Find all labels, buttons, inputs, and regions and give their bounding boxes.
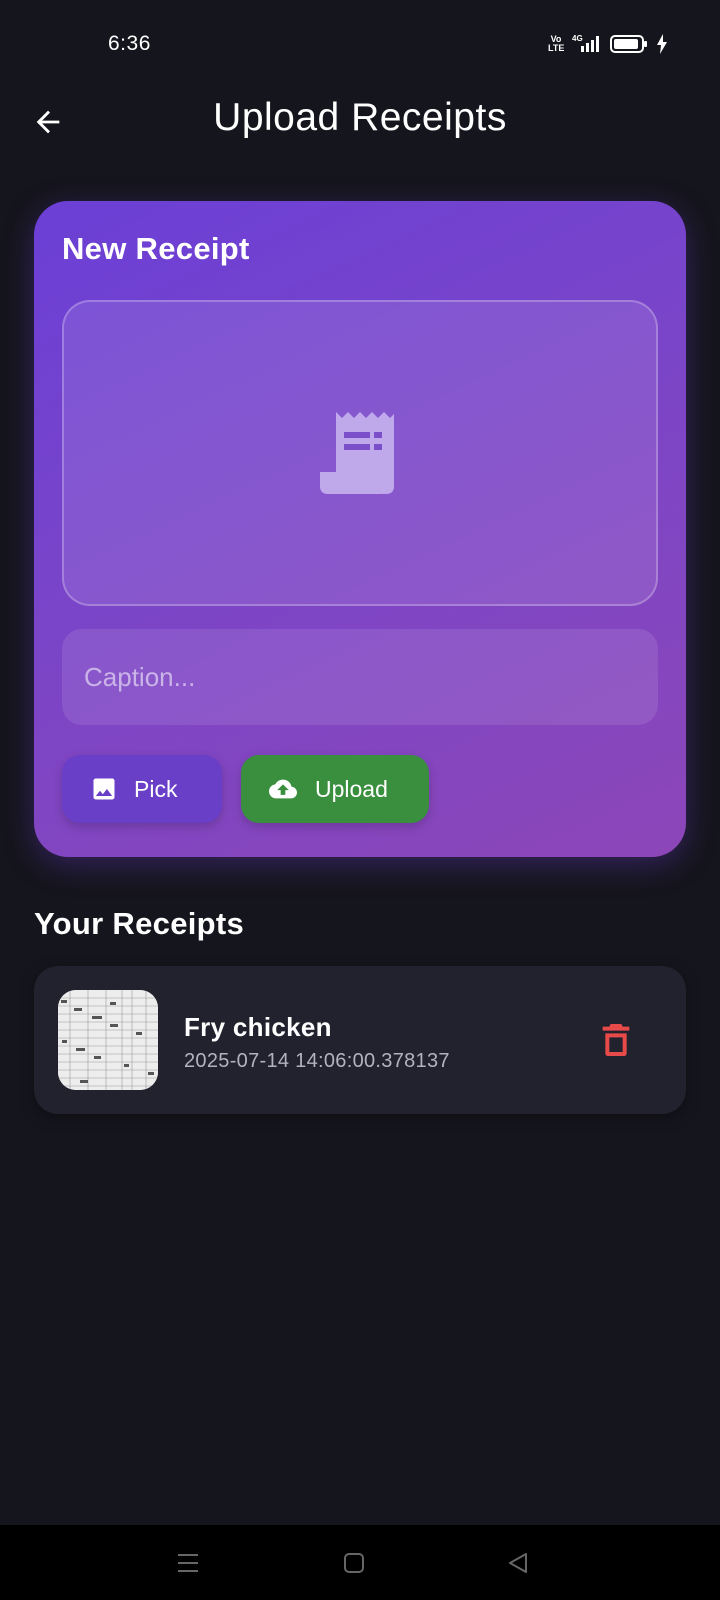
delete-button[interactable] <box>594 1018 638 1062</box>
screen: 6:36 Vo LTE 4G Upload Receipts New Recei… <box>0 0 720 1600</box>
receipt-thumbnail-image <box>58 990 158 1090</box>
receipt-icon <box>320 412 394 494</box>
upload-label: Upload <box>315 775 388 802</box>
back-triangle-icon <box>509 1553 527 1573</box>
app-bar: Upload Receipts <box>0 90 720 150</box>
volte-bottom: LTE <box>548 43 565 53</box>
page-title: Upload Receipts <box>213 96 507 139</box>
new-receipt-card: New Receipt Pick Upload <box>34 201 686 857</box>
menu-icon <box>178 1554 198 1572</box>
home-button[interactable] <box>338 1547 370 1579</box>
your-receipts-title: Your Receipts <box>34 906 245 941</box>
trash-icon <box>602 1024 630 1056</box>
battery-icon <box>610 35 647 53</box>
network-label: 4G <box>572 34 583 43</box>
signal-icon: 4G <box>572 34 599 52</box>
receipt-list-item[interactable]: Fry chicken 2025-07-14 14:06:00.378137 <box>34 966 686 1114</box>
volte-indicator: Vo LTE <box>548 35 564 53</box>
image-icon <box>93 778 115 800</box>
receipt-date: 2025-07-14 14:06:00.378137 <box>184 1050 450 1072</box>
upload-button[interactable]: Upload <box>241 755 429 823</box>
cloud-upload-icon <box>269 779 297 799</box>
pick-label: Pick <box>134 775 178 802</box>
caption-input[interactable] <box>62 629 658 725</box>
home-icon <box>344 1553 364 1573</box>
status-time: 6:36 <box>108 32 151 55</box>
receipt-thumbnail <box>58 990 158 1090</box>
back-button[interactable] <box>26 100 70 144</box>
recent-apps-button[interactable] <box>172 1547 204 1579</box>
system-back-button[interactable] <box>502 1547 534 1579</box>
charging-icon <box>657 34 667 54</box>
navigation-bar <box>0 1525 720 1600</box>
pick-button[interactable]: Pick <box>62 755 222 823</box>
arrow-back-icon <box>36 110 60 134</box>
new-receipt-title: New Receipt <box>62 231 250 266</box>
status-icons: Vo LTE 4G <box>548 34 668 54</box>
status-bar: 6:36 Vo LTE 4G <box>0 0 720 90</box>
receipt-title: Fry chicken <box>184 1012 332 1042</box>
image-preview[interactable] <box>62 300 658 606</box>
